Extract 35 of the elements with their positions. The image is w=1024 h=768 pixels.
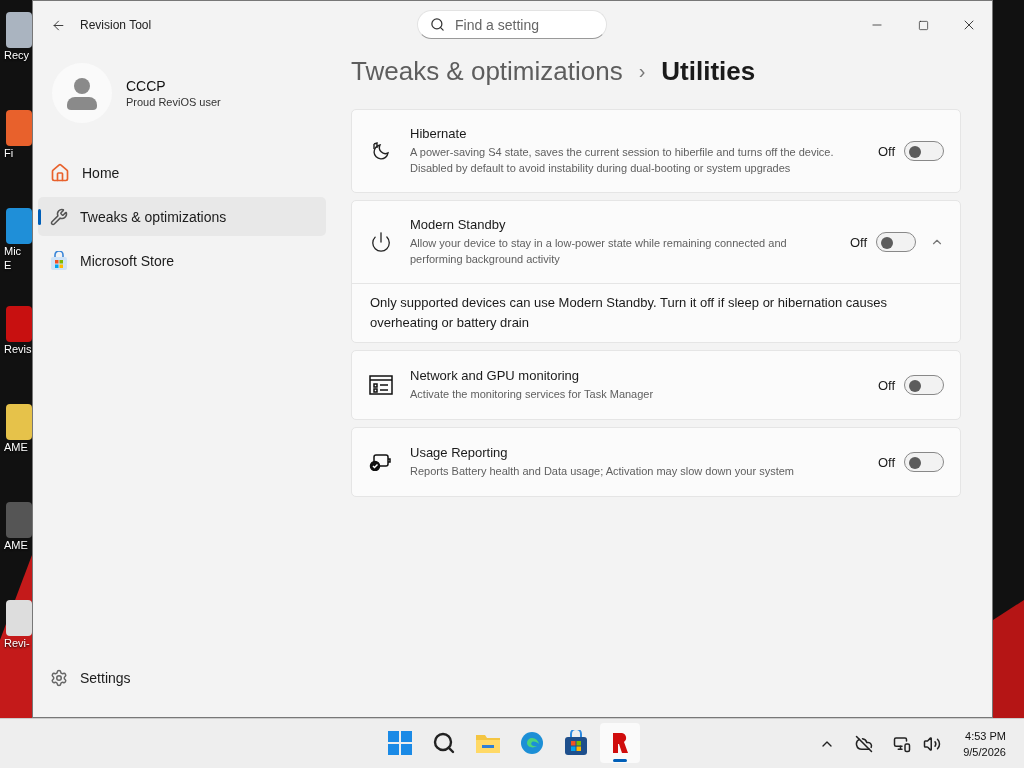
toggle-state-label: Off (849, 234, 867, 250)
breadcrumb-link[interactable]: Tweaks & optimizations (351, 55, 623, 87)
setting-description: Activate the monitoring services for Task Manager (410, 387, 655, 402)
search-field[interactable]: Find a setting (417, 10, 607, 39)
desktop-icon-label: Mic (4, 244, 22, 258)
desktop-icon-label: AME (4, 538, 28, 552)
desktop-icon-label: Revi- (4, 636, 30, 650)
desktop-icon-label: Recy (4, 48, 30, 62)
nav-item[interactable]: Microsoft Store (38, 241, 326, 280)
clock-time[interactable]: 4:53 PM (965, 727, 1006, 744)
window-title: Revision Tool (80, 18, 152, 32)
toggle-state-label: Off (877, 377, 895, 393)
nav-item[interactable]: Tweaks & optimizations (38, 197, 326, 236)
setting-title: Modern Standby (410, 217, 507, 232)
user-name: CCCP (126, 78, 167, 94)
clock-date[interactable]: 9/5/2026 (963, 743, 1006, 760)
nav-item[interactable]: Home (38, 153, 326, 192)
breadcrumb-separator: › (638, 59, 646, 83)
user-subtitle: Proud ReviOS user (126, 96, 221, 108)
search-input[interactable]: Find a setting (453, 15, 597, 34)
toggle-state-label: Off (877, 454, 895, 470)
setting-title: Network and GPU monitoring (410, 368, 581, 383)
setting-description: Reports Battery health and Data usage; Activation may slow down your system (410, 464, 795, 479)
desktop-icon-label: AME (4, 440, 28, 454)
desktop-icon-label: Fi (4, 146, 14, 160)
setting-description: A power-saving S4 state, saves the current session to hiberfile and turns off the device. Disabled by default to avoid instability during dual-booting or system upgrades (410, 145, 835, 176)
desktop-icon-label: E (4, 258, 12, 272)
page-title: Utilities (661, 55, 756, 87)
toggle-state-label: Off (877, 143, 895, 159)
setting-description: Allow your device to stay in a low-power state while remaining connected and performing background activity (410, 236, 788, 267)
nav-item[interactable]: Settings (38, 658, 326, 697)
setting-detail-text: Only supported devices can use Modern Standby. Turn it off if sleep or hibernation causes overheating or battery drain (352, 283, 960, 342)
desktop-icon-label: Revis (4, 342, 32, 356)
setting-title: Usage Reporting (410, 445, 509, 460)
setting-title: Hibernate (410, 126, 468, 141)
